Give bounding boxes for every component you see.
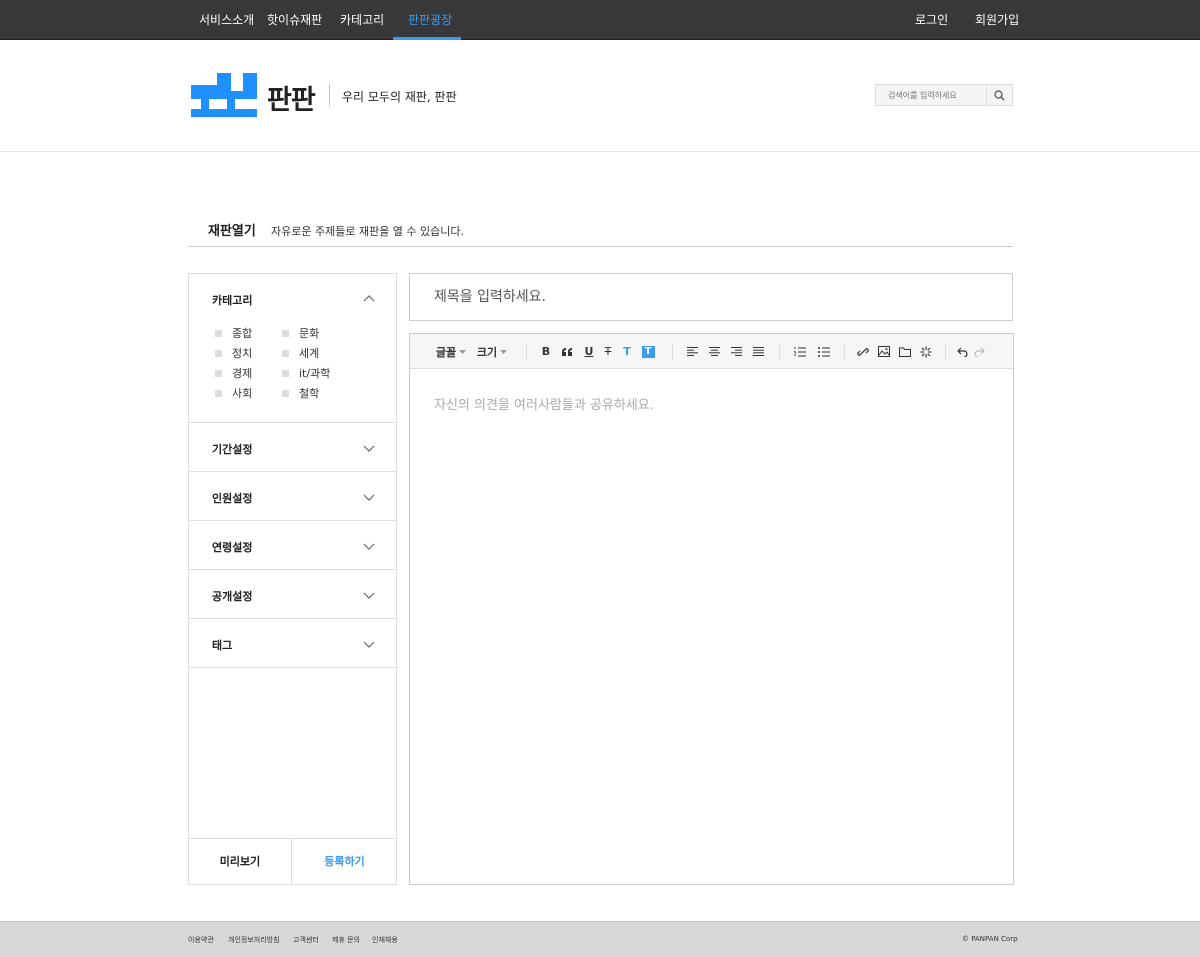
align-left-icon[interactable] bbox=[685, 334, 699, 369]
chevron-down-icon bbox=[363, 445, 375, 452]
login-link[interactable]: 로그인 bbox=[915, 0, 948, 40]
caret-down-icon bbox=[459, 349, 467, 354]
checkbox-icon bbox=[282, 389, 289, 397]
link-icon[interactable] bbox=[856, 334, 870, 369]
logo-divider bbox=[329, 83, 330, 107]
search-input[interactable] bbox=[876, 85, 987, 105]
font-size-dropdown[interactable]: 크기 bbox=[475, 334, 509, 369]
footer-link-support[interactable]: 고객센터 bbox=[293, 935, 319, 945]
footer-link-careers[interactable]: 인재채용 bbox=[372, 935, 398, 945]
search-box bbox=[875, 84, 1013, 106]
member-setting-section[interactable]: 인원설정 bbox=[189, 472, 396, 521]
ordered-list-icon[interactable] bbox=[793, 334, 807, 369]
bold-icon[interactable]: B bbox=[539, 334, 553, 369]
tag-section[interactable]: 태그 bbox=[189, 619, 396, 668]
category-option[interactable]: 종합 bbox=[215, 325, 252, 341]
category-section: 카테고리 종합 문화 정치 세계 경제 it/과학 사회 철학 bbox=[189, 274, 396, 423]
chevron-down-icon bbox=[363, 641, 375, 648]
nav-item-panpan-square[interactable]: 판판광장 bbox=[408, 0, 452, 40]
search-icon bbox=[994, 89, 1005, 101]
strikethrough-icon[interactable]: T bbox=[601, 334, 615, 369]
search-button[interactable] bbox=[986, 85, 1012, 105]
category-option[interactable]: 경제 bbox=[215, 365, 252, 381]
period-setting-section[interactable]: 기간설정 bbox=[189, 423, 396, 472]
preview-button[interactable]: 미리보기 bbox=[189, 839, 292, 885]
chevron-down-icon bbox=[363, 494, 375, 501]
nav-item-category[interactable]: 카테고리 bbox=[340, 0, 384, 40]
logo-text[interactable]: 판판 bbox=[267, 78, 316, 117]
toolbar-divider bbox=[945, 344, 946, 360]
period-setting-label: 기간설정 bbox=[212, 443, 253, 456]
member-setting-label: 인원설정 bbox=[212, 492, 253, 505]
redo-icon[interactable] bbox=[973, 334, 987, 369]
footer-link-terms[interactable]: 이용약관 bbox=[188, 935, 214, 945]
special-char-icon[interactable] bbox=[919, 334, 933, 369]
folder-icon[interactable] bbox=[898, 334, 912, 369]
align-justify-icon[interactable] bbox=[751, 334, 765, 369]
tag-label: 태그 bbox=[212, 639, 233, 652]
visibility-setting-section[interactable]: 공개설정 bbox=[189, 570, 396, 619]
title-divider bbox=[188, 246, 1013, 247]
font-family-dropdown[interactable]: 글꼴 bbox=[434, 334, 468, 369]
text-color-icon[interactable]: T bbox=[620, 334, 634, 369]
chevron-down-icon bbox=[363, 543, 375, 550]
settings-panel: 카테고리 종합 문화 정치 세계 경제 it/과학 사회 철학 기간설정 인원설… bbox=[188, 273, 397, 885]
category-option[interactable]: 철학 bbox=[282, 385, 319, 401]
page-description: 자유로운 주제들로 재판을 열 수 있습니다. bbox=[271, 225, 465, 238]
footer-link-privacy[interactable]: 개인정보처리방침 bbox=[228, 935, 280, 945]
checkbox-icon bbox=[215, 369, 222, 377]
checkbox-icon bbox=[215, 389, 222, 397]
editor-content-area[interactable]: 자신의 의견을 여러사람들과 공유하세요. bbox=[434, 394, 654, 413]
align-right-icon[interactable] bbox=[729, 334, 743, 369]
unordered-list-icon[interactable] bbox=[817, 334, 831, 369]
toolbar-divider bbox=[844, 344, 845, 360]
site-tagline: 우리 모두의 재판, 판판 bbox=[342, 90, 457, 104]
site-header: 판판 우리 모두의 재판, 판판 bbox=[0, 40, 1200, 152]
undo-icon[interactable] bbox=[955, 334, 969, 369]
age-setting-label: 연령설정 bbox=[212, 541, 253, 554]
category-option[interactable]: it/과학 bbox=[282, 365, 330, 381]
editor-toolbar: 글꼴 크기 B U T T T bbox=[410, 334, 1013, 369]
age-setting-section[interactable]: 연령설정 bbox=[189, 521, 396, 570]
toolbar-divider bbox=[526, 344, 527, 360]
chevron-down-icon bbox=[363, 592, 375, 599]
checkbox-icon bbox=[215, 349, 222, 357]
post-title-field bbox=[409, 273, 1013, 321]
nav-item-service-intro[interactable]: 서비스소개 bbox=[199, 0, 254, 40]
category-option[interactable]: 사회 bbox=[215, 385, 252, 401]
signup-link[interactable]: 회원가입 bbox=[975, 0, 1019, 40]
rich-text-editor: 글꼴 크기 B U T T T 자신의 의견을 여러사람들과 공유하세요. bbox=[409, 333, 1014, 885]
toolbar-divider bbox=[779, 344, 780, 360]
action-buttons: 미리보기 등록하기 bbox=[189, 838, 396, 885]
text-background-icon[interactable]: T bbox=[640, 334, 656, 369]
checkbox-icon bbox=[282, 329, 289, 337]
chevron-up-icon[interactable] bbox=[363, 294, 375, 302]
category-section-label[interactable]: 카테고리 bbox=[212, 292, 252, 308]
checkbox-icon bbox=[282, 349, 289, 357]
caret-down-icon bbox=[500, 349, 508, 354]
category-option[interactable]: 문화 bbox=[282, 325, 319, 341]
checkbox-icon bbox=[282, 369, 289, 377]
align-center-icon[interactable] bbox=[707, 334, 721, 369]
visibility-setting-label: 공개설정 bbox=[212, 590, 253, 603]
top-navigation-bar: 서비스소개 핫이슈재판 카테고리 판판광장 로그인 회원가입 bbox=[0, 0, 1200, 40]
category-option[interactable]: 정치 bbox=[215, 345, 252, 361]
checkbox-icon bbox=[215, 329, 222, 337]
image-icon[interactable] bbox=[877, 334, 891, 369]
footer-link-partnership[interactable]: 제휴 문의 bbox=[332, 935, 360, 945]
post-title-input[interactable] bbox=[410, 274, 1012, 320]
site-footer: 이용약관 개인정보처리방침 고객센터 제휴 문의 인재채용 © PANPAN C… bbox=[0, 921, 1200, 957]
submit-button[interactable]: 등록하기 bbox=[293, 839, 396, 885]
category-option[interactable]: 세계 bbox=[282, 345, 319, 361]
underline-icon[interactable]: U bbox=[582, 334, 596, 369]
logo-icon[interactable] bbox=[191, 73, 257, 117]
copyright-text: © PANPAN Corp bbox=[962, 935, 1018, 943]
quote-icon[interactable] bbox=[560, 334, 574, 369]
toolbar-divider bbox=[672, 344, 673, 360]
page-title: 재판열기 bbox=[208, 224, 256, 239]
nav-item-hot-issue[interactable]: 핫이슈재판 bbox=[267, 0, 322, 40]
